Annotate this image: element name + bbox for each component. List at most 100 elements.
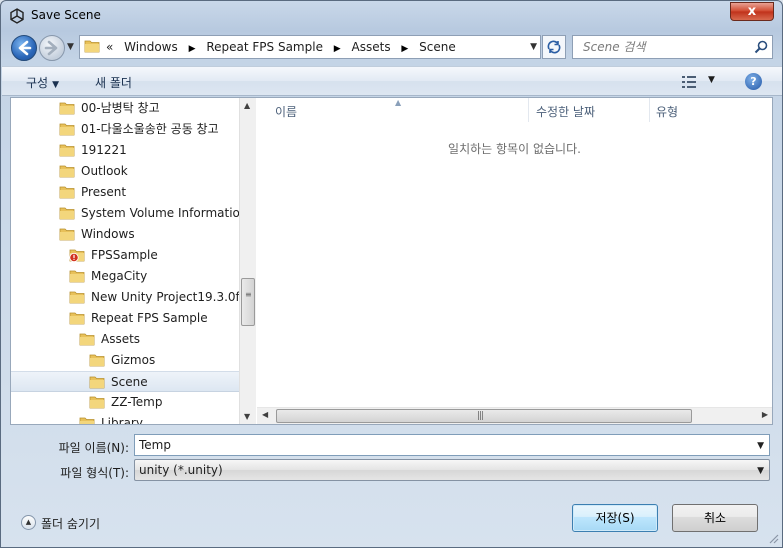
help-button[interactable]: ? (745, 73, 762, 90)
column-name[interactable]: 이름 (275, 103, 297, 120)
tree-item-label: 01-다울소울송한 공동 창고 (81, 122, 219, 136)
tree-item[interactable]: 191221 (11, 140, 239, 161)
chevron-right-icon[interactable]: ▶ (189, 44, 196, 54)
column-divider[interactable] (649, 98, 650, 122)
cancel-button[interactable]: 취소 (672, 504, 758, 532)
tree-item[interactable]: Windows (11, 224, 239, 245)
navigation-bar: ▼ « Windows ▶ Repeat FPS Sample ▶ Assets… (1, 32, 782, 62)
folder-tree[interactable]: 00-남병탁 창고 01-다울소울송한 공동 창고 191221 Outlook Pre… (11, 98, 239, 424)
refresh-icon (547, 40, 561, 54)
folder-icon (69, 270, 85, 283)
address-bar[interactable]: « Windows ▶ Repeat FPS Sample ▶ Assets ▶… (79, 35, 541, 59)
folder-icon (89, 396, 105, 409)
search-icon[interactable] (754, 40, 768, 54)
breadcrumb-windows[interactable]: Windows (124, 40, 178, 54)
tree-vertical-scrollbar[interactable]: ▲ ≡ ▼ (239, 98, 256, 424)
save-button[interactable]: 저장(S) (572, 504, 658, 532)
filetype-select[interactable]: unity (*.unity) ▼ (134, 459, 770, 481)
resize-grip-icon[interactable] (767, 532, 779, 544)
window-title: Save Scene (31, 8, 101, 22)
tree-item[interactable]: 01-다울소울송한 공동 창고 (11, 119, 239, 140)
tree-item[interactable]: Gizmos (11, 350, 239, 371)
tree-item[interactable]: Scene (11, 371, 239, 392)
column-type[interactable]: 유형 (656, 103, 678, 120)
tree-item[interactable]: Library (11, 413, 239, 424)
folder-icon (59, 228, 75, 241)
tree-item-label: 00-남병탁 창고 (81, 101, 160, 115)
forward-button[interactable] (39, 35, 65, 61)
tree-item-label: Repeat FPS Sample (91, 311, 208, 325)
view-options-button[interactable]: ▼ (681, 73, 721, 91)
browser-panes: 00-남병탁 창고 01-다울소울송한 공동 창고 191221 Outlook Pre… (10, 97, 773, 425)
tree-item[interactable]: System Volume Information (11, 203, 239, 224)
tree-item-label: Gizmos (111, 353, 156, 367)
save-scene-dialog: Save Scene x ▼ « Windows ▶ Repeat FPS Sa… (0, 0, 783, 548)
chevron-down-icon[interactable]: ▼ (757, 441, 764, 451)
breadcrumb-scene[interactable]: Scene (419, 40, 456, 54)
tree-item-label: Windows (81, 227, 135, 241)
tree-item[interactable]: Repeat FPS Sample (11, 308, 239, 329)
breadcrumb-repeat-fps-sample[interactable]: Repeat FPS Sample (206, 40, 323, 54)
organize-label: 구성 (26, 76, 49, 90)
chevron-down-icon: ▼ (708, 75, 715, 85)
close-button[interactable]: x (730, 2, 774, 21)
arrow-right-icon (44, 40, 58, 56)
scrollbar-thumb[interactable]: ≡ (241, 278, 255, 326)
breadcrumb-overflow[interactable]: « (106, 40, 113, 54)
folder-icon (69, 291, 85, 304)
folder-icon (59, 207, 75, 220)
folder-icon (59, 165, 75, 178)
list-horizontal-scrollbar[interactable]: ◀ ||| ▶ (257, 407, 772, 424)
folder-icon (84, 40, 100, 53)
command-toolbar: 구성 ▼ 새 폴더 ▼ ? (2, 66, 782, 96)
chevron-right-icon[interactable]: ▶ (334, 44, 341, 54)
tree-item[interactable]: ZZ-Temp (11, 392, 239, 413)
back-button[interactable] (11, 35, 37, 61)
tree-item[interactable]: FPSSample (11, 245, 239, 266)
scrollbar-thumb[interactable]: ||| (276, 409, 692, 423)
column-divider[interactable] (528, 98, 529, 122)
folder-icon (69, 312, 85, 325)
scroll-left-icon[interactable]: ◀ (262, 410, 268, 419)
address-dropdown-icon[interactable]: ▼ (530, 42, 537, 52)
folder-icon (59, 123, 75, 136)
scroll-down-icon[interactable]: ▼ (244, 412, 250, 421)
tree-item-label: MegaCity (91, 269, 148, 283)
refresh-button[interactable] (542, 35, 566, 59)
tree-item-label: Present (81, 185, 127, 199)
filename-field[interactable]: Temp ▼ (134, 434, 770, 456)
sort-ascending-icon: ▲ (395, 98, 402, 107)
chevron-down-icon: ▼ (757, 466, 764, 476)
tree-item[interactable]: MegaCity (11, 266, 239, 287)
tree-item[interactable]: 00-남병탁 창고 (11, 98, 239, 119)
title-bar[interactable]: Save Scene x (1, 1, 782, 31)
recent-locations-chevron-icon[interactable]: ▼ (67, 42, 74, 52)
empty-list-message: 일치하는 항목이 없습니다. (448, 142, 581, 156)
arrow-left-icon (18, 40, 32, 56)
tree-item[interactable]: New Unity Project19.3.0f1 (11, 287, 239, 308)
new-folder-button[interactable]: 새 폴더 (95, 74, 132, 91)
folder-icon (89, 376, 105, 389)
chevron-right-icon[interactable]: ▶ (401, 44, 408, 54)
folder-icon (69, 249, 85, 262)
tree-item[interactable]: Assets (11, 329, 239, 350)
tree-item[interactable]: Present (11, 182, 239, 203)
column-date-modified[interactable]: 수정한 날짜 (536, 103, 595, 120)
tree-item-label: New Unity Project19.3.0f1 (91, 290, 239, 304)
breadcrumb-assets[interactable]: Assets (352, 40, 391, 54)
scroll-up-icon[interactable]: ▲ (244, 101, 250, 110)
folder-icon (89, 354, 105, 367)
breadcrumb: « Windows ▶ Repeat FPS Sample ▶ Assets ▶… (106, 40, 456, 54)
organize-button[interactable]: 구성 ▼ (26, 74, 59, 91)
chevron-up-icon: ▲ (21, 515, 36, 530)
column-header-row: ▲ 이름 수정한 날짜 유형 (257, 98, 772, 122)
file-list[interactable]: ▲ 이름 수정한 날짜 유형 일치하는 항목이 없습니다. ◀ ||| ▶ (257, 98, 772, 424)
tree-item-label: Outlook (81, 164, 128, 178)
tree-item-label: Scene (111, 375, 148, 389)
search-input[interactable] (573, 36, 751, 58)
scroll-right-icon[interactable]: ▶ (762, 410, 768, 419)
folder-icon (59, 144, 75, 157)
folder-icon (59, 186, 75, 199)
tree-item-label: 191221 (81, 143, 127, 157)
tree-item[interactable]: Outlook (11, 161, 239, 182)
